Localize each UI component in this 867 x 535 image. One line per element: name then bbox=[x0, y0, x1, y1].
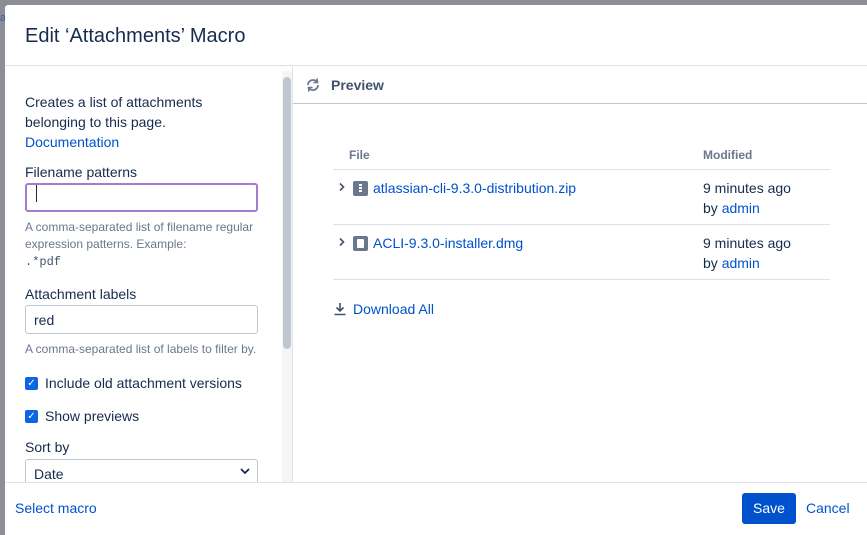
chevron-down-icon bbox=[239, 465, 251, 480]
sort-by-select[interactable]: Date bbox=[25, 459, 258, 483]
attachment-file-link[interactable]: ACLI-9.3.0-installer.dmg bbox=[373, 233, 523, 253]
dialog-title: Edit ‘Attachments’ Macro bbox=[25, 25, 246, 47]
chevron-right-icon[interactable] bbox=[337, 233, 349, 253]
refresh-icon[interactable] bbox=[305, 77, 321, 93]
show-previews-row[interactable]: ✓ Show previews bbox=[25, 408, 260, 424]
filename-patterns-help: A comma-separated list of filename regul… bbox=[25, 219, 260, 271]
preview-label: Preview bbox=[331, 77, 384, 93]
dialog-body: Creates a list of attachments belonging … bbox=[5, 67, 867, 483]
include-old-versions-checkbox[interactable]: ✓ bbox=[25, 376, 38, 390]
show-previews-label: Show previews bbox=[45, 408, 140, 424]
cancel-button[interactable]: Cancel bbox=[806, 500, 850, 516]
download-icon bbox=[333, 302, 347, 316]
macro-description: Creates a list of attachments belonging … bbox=[25, 94, 203, 130]
attachment-labels-label: Attachment labels bbox=[25, 286, 137, 302]
include-old-versions-row[interactable]: ✓ Include old attachment versions bbox=[25, 375, 260, 391]
modified-by: by admin bbox=[703, 253, 830, 273]
preview-header: Preview bbox=[293, 67, 867, 104]
preview-panel: Preview File Modified atlassian-cli-9.3.… bbox=[293, 67, 867, 483]
select-macro-link[interactable]: Select macro bbox=[15, 500, 97, 516]
panel-scrollbar[interactable] bbox=[282, 71, 292, 483]
download-all-link[interactable]: Download All bbox=[333, 301, 434, 317]
modified-time: 9 minutes ago bbox=[703, 235, 791, 251]
download-all-label: Download All bbox=[353, 301, 434, 317]
modified-by-prefix: by bbox=[703, 255, 722, 271]
show-previews-checkbox[interactable]: ✓ bbox=[25, 409, 38, 423]
table-header: File Modified bbox=[333, 140, 830, 170]
attachments-table: File Modified atlassian-cli-9.3.0-distri… bbox=[333, 140, 830, 280]
dialog-header: Edit ‘Attachments’ Macro bbox=[5, 5, 867, 66]
save-button[interactable]: Save bbox=[742, 493, 796, 524]
file-column-header: File bbox=[349, 147, 370, 162]
attachment-labels-input[interactable] bbox=[25, 305, 258, 334]
user-link[interactable]: admin bbox=[722, 255, 760, 271]
modified-by-prefix: by bbox=[703, 200, 722, 216]
modified-time: 9 minutes ago bbox=[703, 180, 791, 196]
macro-dialog: Edit ‘Attachments’ Macro Creates a list … bbox=[5, 5, 867, 535]
scrollbar-thumb[interactable] bbox=[283, 77, 291, 349]
documentation-link[interactable]: Documentation bbox=[25, 132, 260, 152]
sort-by-label: Sort by bbox=[25, 439, 70, 455]
filename-patterns-help-text: A comma-separated list of filename regul… bbox=[25, 220, 254, 251]
table-row: ACLI-9.3.0-installer.dmg 9 minutes ago b… bbox=[333, 225, 830, 280]
macro-parameters-panel: Creates a list of attachments belonging … bbox=[5, 67, 293, 483]
document-file-icon bbox=[353, 236, 368, 251]
modified-column-header: Modified bbox=[703, 147, 753, 162]
attachment-file-link[interactable]: atlassian-cli-9.3.0-distribution.zip bbox=[373, 178, 576, 198]
table-row: atlassian-cli-9.3.0-distribution.zip 9 m… bbox=[333, 170, 830, 225]
filename-patterns-input[interactable] bbox=[25, 183, 258, 212]
zip-file-icon bbox=[353, 181, 368, 196]
chevron-right-icon[interactable] bbox=[337, 178, 349, 198]
dialog-footer: Select macro Save Cancel bbox=[5, 482, 867, 535]
sort-by-selected-value: Date bbox=[34, 466, 64, 482]
attachment-labels-help: A comma-separated list of labels to filt… bbox=[25, 342, 257, 356]
filename-patterns-label: Filename patterns bbox=[25, 164, 138, 180]
include-old-versions-label: Include old attachment versions bbox=[45, 375, 242, 391]
user-link[interactable]: admin bbox=[722, 200, 760, 216]
modified-by: by admin bbox=[703, 198, 830, 218]
filename-patterns-example: .*pdf bbox=[25, 255, 62, 269]
text-cursor bbox=[36, 185, 37, 202]
